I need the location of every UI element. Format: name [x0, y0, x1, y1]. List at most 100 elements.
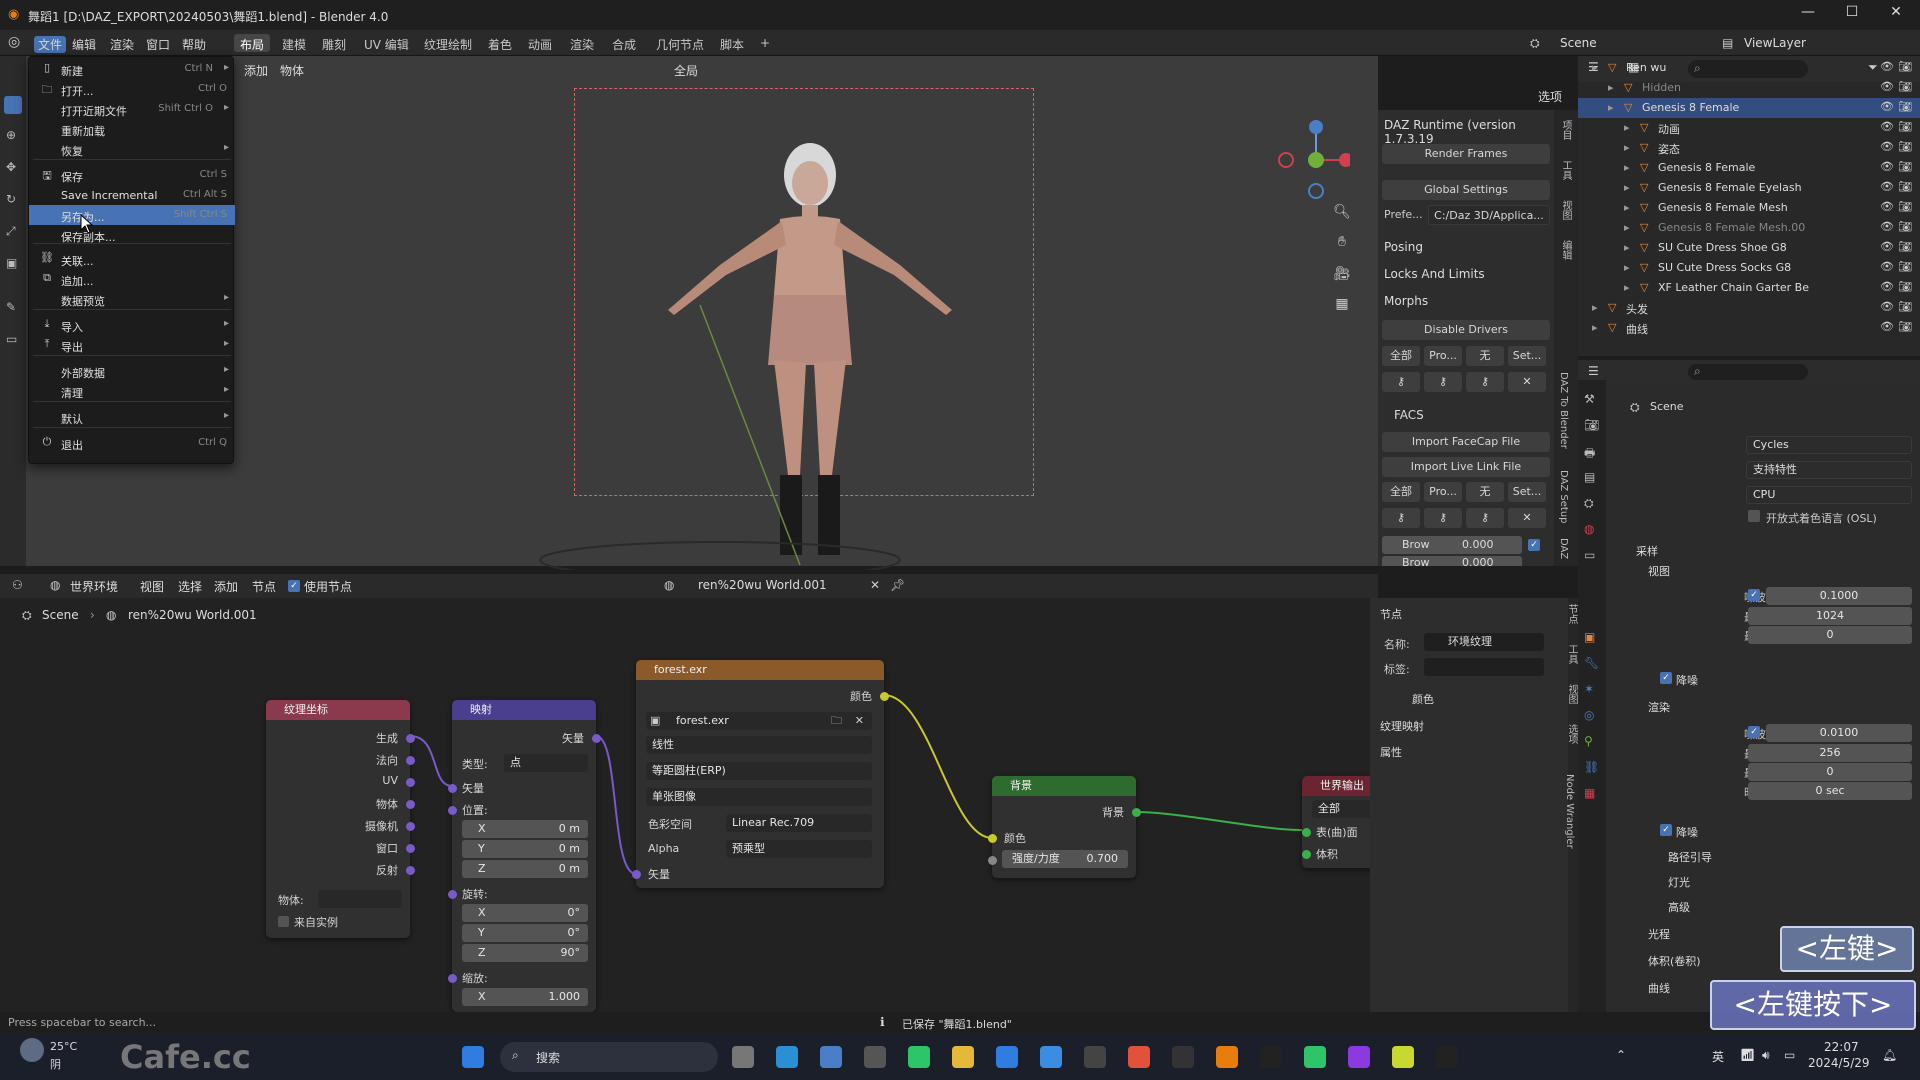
visibility-eye-icon[interactable]: 👁︎: [1880, 100, 1894, 113]
outliner-row[interactable]: ▸ ▽ SU Cute Dress Socks G8 👁︎ 📷︎: [1578, 258, 1920, 278]
disclosure-triangle-icon[interactable]: ▸: [1592, 321, 1598, 334]
render-camera-icon[interactable]: 📷︎: [1898, 180, 1912, 193]
particles-props-icon[interactable]: ✶: [1584, 682, 1594, 696]
outliner-row[interactable]: ▸ ▽ Genesis 8 Female Mesh.00 👁︎ 📷︎: [1578, 218, 1920, 238]
render-camera-icon[interactable]: 📷︎: [1898, 220, 1912, 233]
annotate-tool-icon[interactable]: ✎: [6, 300, 16, 314]
maximize-button[interactable]: ☐: [1842, 4, 1862, 20]
character-figure[interactable]: [640, 135, 980, 575]
light-paths-section[interactable]: 光程: [1648, 926, 1670, 942]
unkey-icon[interactable]: ⚷: [1466, 372, 1504, 392]
file-menu-item-11[interactable]: 数据预览 ▸: [29, 289, 235, 309]
file-menu-item-5[interactable]: 🖫 保存 Ctrl S: [29, 165, 235, 185]
socket-mapping-out[interactable]: [592, 734, 601, 743]
image-datablock[interactable]: forest.exr ▣ ✕ 🗀: [646, 712, 872, 730]
app-icon-2[interactable]: [908, 1046, 930, 1068]
strength-field[interactable]: 强度/力度 0.700: [1002, 850, 1128, 868]
close-button[interactable]: ✕: [1886, 4, 1906, 20]
socket-location[interactable]: [448, 806, 457, 815]
vp-min-field[interactable]: 0: [1748, 626, 1912, 644]
close-icon[interactable]: ✕: [870, 578, 880, 592]
weather-icon[interactable]: [20, 1038, 44, 1062]
file-menu-item-12[interactable]: ⤓ 导入 ▸: [29, 315, 235, 335]
disclosure-triangle-icon[interactable]: ▸: [1624, 141, 1630, 154]
facs-keyframe-icon[interactable]: ⚷: [1424, 508, 1462, 528]
render-camera-icon[interactable]: 📷︎: [1898, 240, 1912, 253]
menu-window[interactable]: 窗口: [146, 36, 170, 53]
windows-start-icon[interactable]: [462, 1046, 484, 1068]
node-node-menu[interactable]: 节点: [252, 578, 276, 595]
visibility-eye-icon[interactable]: 👁︎: [1880, 180, 1894, 193]
file-menu-item-13[interactable]: ⤒ 导出 ▸: [29, 335, 235, 355]
properties-search-input[interactable]: ⌕: [1688, 364, 1808, 380]
import-livelink-button[interactable]: Import Live Link File: [1382, 457, 1550, 477]
curves-section[interactable]: 曲线: [1648, 980, 1670, 996]
preferences-path-dropdown[interactable]: C:/Daz 3D/Applica...: [1428, 205, 1550, 225]
visibility-eye-icon[interactable]: 👁︎: [1880, 220, 1894, 233]
r-min-field[interactable]: 0: [1748, 763, 1912, 781]
outliner-row[interactable]: ▸ ▽ Ren wu 👁︎ 📷︎: [1578, 58, 1920, 78]
texture-props-icon[interactable]: ▦: [1584, 786, 1595, 800]
disable-drivers-button[interactable]: Disable Drivers: [1382, 320, 1550, 340]
chrome-icon[interactable]: [1128, 1046, 1150, 1068]
outliner-row[interactable]: ▸ ▽ Genesis 8 Female 👁︎ 📷︎: [1578, 158, 1920, 178]
socket-camera[interactable]: [406, 822, 415, 831]
file-menu-item-4[interactable]: 恢复 ▸: [29, 139, 235, 159]
file-menu-item-0[interactable]: ▯ 新建 Ctrl N ▸: [29, 59, 235, 79]
scale-x-field[interactable]: X 1.000: [462, 988, 588, 1006]
outliner-row[interactable]: ▸ ▽ 曲线 👁︎ 📷︎: [1578, 318, 1920, 338]
socket-env-vector[interactable]: [632, 870, 641, 879]
pan-hand-icon[interactable]: ✋︎: [1330, 230, 1354, 254]
facs-clear-icon[interactable]: ✕: [1508, 508, 1546, 528]
file-menu-item-6[interactable]: Save Incremental Ctrl Alt S: [29, 185, 235, 205]
tab-geometry-nodes[interactable]: 几何节点: [650, 34, 710, 52]
render-camera-icon[interactable]: 📷︎: [1898, 60, 1912, 73]
locks-section[interactable]: Locks And Limits: [1384, 267, 1485, 281]
import-facecap-button[interactable]: Import FaceCap File: [1382, 432, 1550, 452]
background-header[interactable]: 背景: [992, 776, 1136, 796]
scene-name[interactable]: Scene: [1560, 36, 1597, 50]
object-props-icon[interactable]: ▣: [1584, 630, 1595, 644]
socket-object[interactable]: [406, 800, 415, 809]
socket-reflection[interactable]: [406, 866, 415, 875]
tab-texture-paint[interactable]: 纹理绘制: [418, 34, 478, 52]
r-max-field[interactable]: 256: [1748, 744, 1912, 762]
file-menu-item-17[interactable]: ⏻ 退出 Ctrl Q: [29, 433, 235, 453]
tab-sculpting[interactable]: 雕刻: [316, 34, 352, 52]
none-button[interactable]: 无: [1466, 346, 1504, 366]
visibility-eye-icon[interactable]: 👁︎: [1880, 80, 1894, 93]
render-camera-icon[interactable]: 📷︎: [1898, 120, 1912, 133]
set-button[interactable]: Set...: [1508, 346, 1546, 366]
add-workspace-button[interactable]: +: [754, 34, 776, 52]
socket-window[interactable]: [406, 844, 415, 853]
facs-none-button[interactable]: 无: [1466, 482, 1504, 502]
rotation-y-field[interactable]: Y 0°: [462, 924, 588, 942]
move-tool-icon[interactable]: ✥: [6, 160, 16, 174]
visibility-eye-icon[interactable]: 👁︎: [1880, 160, 1894, 173]
disclosure-triangle-icon[interactable]: ▸: [1624, 281, 1630, 294]
socket-normal[interactable]: [406, 756, 415, 765]
render-engine-dropdown[interactable]: Cycles: [1746, 436, 1912, 454]
data-props-icon[interactable]: ⚲: [1584, 734, 1593, 748]
path-guiding-section[interactable]: 路径引导: [1668, 849, 1712, 865]
pin-icon[interactable]: 📌︎: [890, 578, 905, 592]
menu-file[interactable]: 文件: [34, 36, 67, 53]
visibility-eye-icon[interactable]: 👁︎: [1880, 320, 1894, 333]
key-icon[interactable]: ⚷: [1382, 372, 1420, 392]
rotation-x-field[interactable]: X 0°: [462, 904, 588, 922]
from-instancer-checkbox[interactable]: [278, 916, 289, 927]
visibility-eye-icon[interactable]: 👁︎: [1880, 300, 1894, 313]
tab-shading[interactable]: 着色: [482, 34, 518, 52]
measure-tool-icon[interactable]: ▭: [6, 332, 17, 346]
file-menu-item-9[interactable]: ⛓ 关联...: [29, 249, 235, 269]
sidebar-tab-daz-to-blender[interactable]: DAZ To Blender: [1558, 372, 1569, 449]
wechat-icon[interactable]: [1304, 1046, 1326, 1068]
zoom-icon[interactable]: 🔍︎: [1330, 200, 1354, 224]
pro-button[interactable]: Pro...: [1424, 346, 1462, 366]
visibility-eye-icon[interactable]: 👁︎: [1880, 60, 1894, 73]
outliner-row[interactable]: ▸ ▽ Genesis 8 Female 👁︎ 📷︎: [1578, 98, 1920, 118]
visibility-eye-icon[interactable]: 👁︎: [1880, 200, 1894, 213]
advanced-section[interactable]: 高级: [1668, 899, 1690, 915]
r-denoise-label[interactable]: 降噪: [1676, 824, 1698, 840]
tab-uv-editing[interactable]: UV 编辑: [358, 34, 415, 52]
